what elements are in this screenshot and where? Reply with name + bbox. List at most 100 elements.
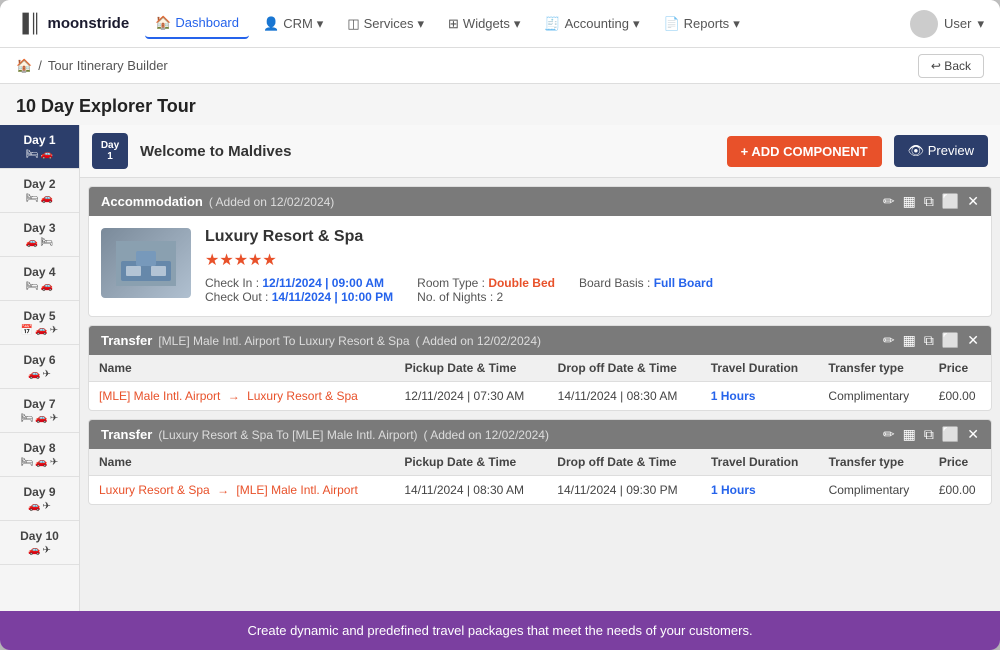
arrow-icon: → [228,389,240,403]
day-title: Welcome to Maldives [140,143,715,160]
window-icon-t1[interactable]: ⬜ [942,332,959,349]
sidebar-item-day2[interactable]: Day 2 🛏🚗 [0,169,79,213]
sidebar-item-day6[interactable]: Day 6 🚗✈ [0,345,79,389]
transfer2-name: Luxury Resort & Spa → [MLE] Male Intl. A… [89,476,394,505]
sidebar-day3-label: Day 3 [4,221,75,235]
sidebar-day9-icons: 🚗✈ [4,501,75,512]
sidebar-item-day10[interactable]: Day 10 🚗✈ [0,521,79,565]
col-duration-t1: Travel Duration [701,355,819,382]
col-type-t1: Transfer type [818,355,928,382]
nav-reports[interactable]: 📄 Reports ▾ [653,10,749,38]
col-pickup-t1: Pickup Date & Time [395,355,548,382]
logo-icon: ▐║ [16,13,42,34]
transfer2-pickup: 14/11/2024 | 08:30 AM [394,476,547,505]
board-basis-value: Full Board [654,276,713,290]
chevron-down-icon-2: ▾ [417,16,424,32]
sidebar-item-day5[interactable]: Day 5 📅🚗✈ [0,301,79,345]
board-basis-label: Board Basis : [579,276,650,290]
sidebar-item-day4[interactable]: Day 4 🛏🚗 [0,257,79,301]
footer-text: Create dynamic and predefined travel pac… [247,623,752,638]
nav-services[interactable]: ◫ Services ▾ [337,10,434,38]
sidebar-item-day1[interactable]: Day 1 🛏🚗 [0,125,79,169]
close-icon-t1[interactable]: ✕ [967,332,979,349]
col-name-t2: Name [89,449,394,476]
copy-icon-t1[interactable]: ⧉ [924,332,934,349]
transfer2-added: ( Added on 12/02/2024) [424,428,549,442]
day-label-text: Day [101,140,119,151]
nights-value: 2 [497,290,504,304]
day-header: Day 1 Welcome to Maldives + ADD COMPONEN… [80,125,1000,178]
edit-icon[interactable]: ✏ [883,193,895,210]
sidebar: Day 1 🛏🚗 Day 2 🛏🚗 Day 3 🚗🛏 Day 4 [0,125,80,611]
arrow-icon-2: → [217,483,229,497]
transfer1-to[interactable]: Luxury Resort & Spa [247,389,358,403]
transfer2-title: Transfer [101,427,152,442]
logo: ▐║ moonstride [16,13,129,34]
topnav: ▐║ moonstride 🏠 Dashboard 👤 CRM ▾ ◫ Serv… [0,0,1000,48]
transfer1-from[interactable]: [MLE] Male Intl. Airport [99,389,220,403]
transfer1-table: Name Pickup Date & Time Drop off Date & … [89,355,991,410]
home-breadcrumb-icon[interactable]: 🏠 [16,58,32,74]
window-icon-t2[interactable]: ⬜ [942,426,959,443]
accommodation-image-placeholder [101,228,191,298]
sidebar-day10-label: Day 10 [4,529,75,543]
sidebar-day3-icons: 🚗🛏 [4,237,75,248]
room-type-value: Double Bed [488,276,555,290]
transfer1-added: ( Added on 12/02/2024) [416,334,541,348]
back-button[interactable]: ↩ Back [918,54,984,78]
sidebar-item-day9[interactable]: Day 9 🚗✈ [0,477,79,521]
copy-icon[interactable]: ⧉ [924,193,934,210]
breadcrumb-separator: / [38,58,42,73]
nav-dashboard[interactable]: 🏠 Dashboard [145,9,249,39]
col-pickup-t2: Pickup Date & Time [394,449,547,476]
accommodation-image [101,228,191,298]
person-icon: 👤 [263,16,279,32]
nav-accounting[interactable]: 🧾 Accounting ▾ [534,10,649,38]
transfer2-duration: 1 Hours [701,476,819,505]
preview-button[interactable]: 👁 Preview [894,135,988,167]
sidebar-day5-label: Day 5 [4,309,75,323]
user-area[interactable]: User ▾ [910,10,984,38]
edit-icon-t2[interactable]: ✏ [883,426,895,443]
sidebar-item-day8[interactable]: Day 8 🛏🚗✈ [0,433,79,477]
sidebar-day9-label: Day 9 [4,485,75,499]
table-row: [MLE] Male Intl. Airport → Luxury Resort… [89,382,991,411]
transfer2-section: Transfer (Luxury Resort & Spa To [MLE] M… [88,419,992,505]
board-info: Board Basis : Full Board [579,276,713,304]
sidebar-day7-label: Day 7 [4,397,75,411]
sidebar-day2-label: Day 2 [4,177,75,191]
accommodation-body: Luxury Resort & Spa ★★★★★ Check In : 12/… [89,216,991,316]
transfer1-dropoff: 14/11/2024 | 08:30 AM [548,382,701,411]
sidebar-day4-icons: 🛏🚗 [4,281,75,292]
sidebar-item-day3[interactable]: Day 3 🚗🛏 [0,213,79,257]
sidebar-day4-label: Day 4 [4,265,75,279]
window-icon[interactable]: ⬜ [942,193,959,210]
transfer1-duration: 1 Hours [701,382,819,411]
table-icon[interactable]: ▦ [903,193,916,210]
nav-crm[interactable]: 👤 CRM ▾ [253,10,333,38]
edit-icon-t1[interactable]: ✏ [883,332,895,349]
col-type-t2: Transfer type [819,449,929,476]
checkin-info: Check In : 12/11/2024 | 09:00 AM Check O… [205,276,393,304]
col-price-t1: Price [929,355,991,382]
sidebar-item-day7[interactable]: Day 7 🛏🚗✈ [0,389,79,433]
add-component-button[interactable]: + ADD COMPONENT [727,136,882,167]
close-icon[interactable]: ✕ [967,193,979,210]
transfer2-from[interactable]: Luxury Resort & Spa [99,483,210,497]
transfer2-to[interactable]: [MLE] Male Intl. Airport [236,483,357,497]
checkout-value: 14/11/2024 | 10:00 PM [272,290,393,304]
sidebar-day8-icons: 🛏🚗✈ [4,457,75,468]
nav-widgets[interactable]: ⊞ Widgets ▾ [438,10,530,38]
chevron-down-icon-4: ▾ [633,16,640,32]
grid-icon: ⊞ [448,16,459,32]
table-icon-t2[interactable]: ▦ [903,426,916,443]
transfer1-title: Transfer [101,333,152,348]
accommodation-section: Accommodation ( Added on 12/02/2024) ✏ ▦… [88,186,992,317]
table-icon-t1[interactable]: ▦ [903,332,916,349]
col-name-t1: Name [89,355,395,382]
copy-icon-t2[interactable]: ⧉ [924,426,934,443]
accommodation-header: Accommodation ( Added on 12/02/2024) ✏ ▦… [89,187,991,216]
checkin-label: Check In : [205,276,259,290]
close-icon-t2[interactable]: ✕ [967,426,979,443]
chevron-down-icon-3: ▾ [514,16,521,32]
